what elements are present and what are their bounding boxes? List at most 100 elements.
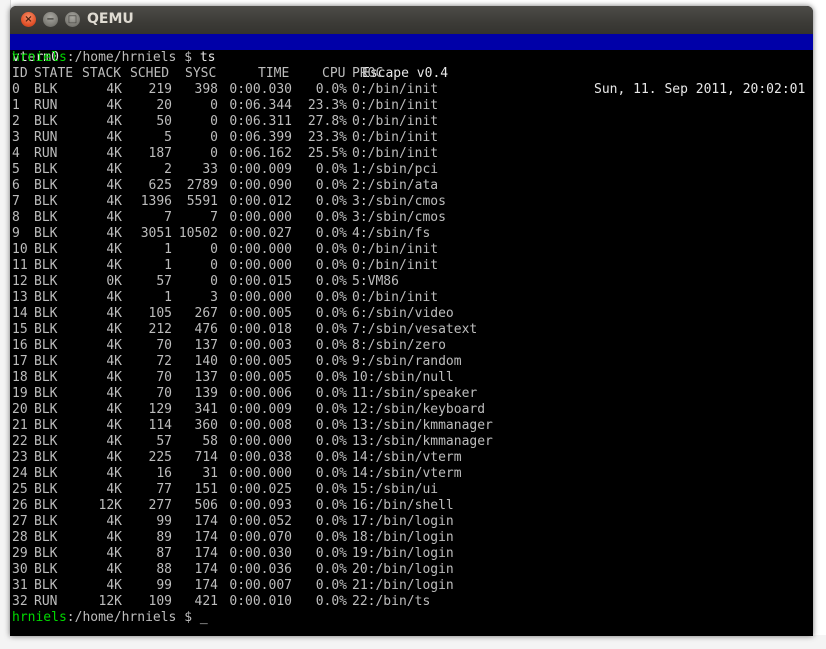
cell-cpu: 0.0%: [315, 290, 347, 305]
minimize-icon: −: [46, 14, 55, 25]
cell-time: 0:00.000: [229, 210, 292, 225]
cell-sysc: 267: [194, 306, 218, 321]
cell-stack: 4K: [106, 194, 122, 209]
table-row: 13 BLK 4K 1 3 0:00.000 0.0% 0:/bin/init: [10, 290, 813, 306]
maximize-window-button[interactable]: □: [65, 12, 80, 27]
cell-sysc: 421: [194, 594, 218, 609]
column-header-cpu: CPU: [322, 66, 346, 81]
cell-state: BLK: [34, 82, 58, 97]
cell-id: 19: [12, 386, 28, 401]
close-window-button[interactable]: ×: [21, 12, 36, 27]
cell-state: BLK: [34, 466, 58, 481]
cell-time: 0:00.027: [229, 226, 292, 241]
cell-id: 23: [12, 450, 28, 465]
prompt-user: hrniels: [12, 50, 67, 65]
table-row: 22 BLK 4K 57 58 0:00.000 0.0% 13:/sbin/kmmanage…: [10, 434, 813, 450]
cell-time: 0:00.000: [229, 290, 292, 305]
cell-sched: 114: [148, 418, 172, 433]
table-row: 12 BLK 0K 57 0 0:00.015 0.0% 5:VM86: [10, 274, 813, 290]
table-row: 23 BLK 4K 225 714 0:00.038 0.0% 14:/sbin/vterm: [10, 450, 813, 466]
cell-time: 0:00.025: [229, 482, 292, 497]
cell-id: 10: [12, 242, 28, 257]
cell-id: 20: [12, 402, 28, 417]
cell-sysc: 5591: [186, 194, 218, 209]
cell-id: 8: [12, 210, 20, 225]
cell-proc: 14:/sbin/vterm: [352, 450, 462, 465]
cell-state: BLK: [34, 530, 58, 545]
cell-sched: 129: [148, 402, 172, 417]
cell-time: 0:00.038: [229, 450, 292, 465]
cell-sysc: 151: [194, 482, 218, 497]
cell-cpu: 0.0%: [315, 578, 347, 593]
cell-sysc: 137: [194, 338, 218, 353]
cell-cpu: 0.0%: [315, 466, 347, 481]
cell-sysc: 0: [210, 274, 218, 289]
cell-cpu: 0.0%: [315, 82, 347, 97]
cell-sysc: 3: [210, 290, 218, 305]
cell-sched: 1: [164, 290, 172, 305]
cell-cpu: 27.8%: [307, 114, 347, 129]
cell-proc: 21:/bin/login: [352, 578, 454, 593]
table-row: 10 BLK 4K 1 0 0:00.000 0.0% 0:/bin/init: [10, 242, 813, 258]
window-titlebar[interactable]: × − □ QEMU: [10, 6, 813, 34]
cell-sysc: 31: [202, 466, 218, 481]
cell-state: BLK: [34, 162, 58, 177]
cell-sysc: 714: [194, 450, 218, 465]
minimize-window-button[interactable]: −: [43, 12, 58, 27]
cell-cpu: 0.0%: [315, 354, 347, 369]
cell-time: 0:06.399: [229, 130, 292, 145]
cell-id: 2: [12, 114, 20, 129]
cell-sched: 70: [156, 370, 172, 385]
cell-sched: 20: [156, 98, 172, 113]
table-row: 21 BLK 4K 114 360 0:00.008 0.0% 13:/sbin/kmmana…: [10, 418, 813, 434]
cell-sched: 219: [148, 82, 172, 97]
cell-cpu: 0.0%: [315, 546, 347, 561]
prompt-line-2[interactable]: hrniels:/home/hrniels $ _: [12, 610, 208, 626]
cell-sched: 105: [148, 306, 172, 321]
cell-stack: 4K: [106, 434, 122, 449]
cell-stack: 12K: [98, 498, 122, 513]
cell-sched: 57: [156, 274, 172, 289]
table-row: 27 BLK 4K 99 174 0:00.052 0.0% 17:/bin/login: [10, 514, 813, 530]
table-row: 6 BLK 4K 625 2789 0:00.090 0.0% 2:/sbin/ata: [10, 178, 813, 194]
terminal-screen[interactable]: vterm0 Escape v0.4 Sun, 11. Sep 2011, 20…: [10, 34, 813, 636]
cell-stack: 4K: [106, 386, 122, 401]
cell-sched: 89: [156, 530, 172, 545]
cell-state: BLK: [34, 402, 58, 417]
cell-sysc: 174: [194, 530, 218, 545]
cell-state: BLK: [34, 226, 58, 241]
cell-sysc: 174: [194, 562, 218, 577]
cell-id: 18: [12, 370, 28, 385]
cell-proc: 0:/bin/init: [352, 130, 439, 145]
cell-time: 0:00.070: [229, 530, 292, 545]
cell-state: BLK: [34, 322, 58, 337]
cell-id: 11: [12, 258, 28, 273]
cell-state: BLK: [34, 274, 58, 289]
cell-sched: 5: [164, 130, 172, 145]
cell-proc: 13:/sbin/kmmanager: [352, 418, 493, 433]
window-title: QEMU: [87, 11, 134, 27]
cell-id: 26: [12, 498, 28, 513]
cell-stack: 4K: [106, 306, 122, 321]
cell-state: BLK: [34, 514, 58, 529]
cell-time: 0:06.311: [229, 114, 292, 129]
cell-time: 0:00.003: [229, 338, 292, 353]
cell-proc: 3:/sbin/cmos: [352, 210, 446, 225]
table-header-row: ID STATE STACK SCHED SYSC TIME CPU PROC: [10, 66, 813, 82]
cell-state: BLK: [34, 114, 58, 129]
cell-cpu: 0.0%: [315, 594, 347, 609]
cell-sched: 77: [156, 482, 172, 497]
cell-stack: 4K: [106, 402, 122, 417]
cell-state: BLK: [34, 258, 58, 273]
cell-sysc: 0: [210, 146, 218, 161]
cell-time: 0:00.018: [229, 322, 292, 337]
cell-sched: 225: [148, 450, 172, 465]
cell-state: BLK: [34, 546, 58, 561]
cell-proc: 9:/sbin/random: [352, 354, 462, 369]
cell-cpu: 0.0%: [315, 434, 347, 449]
cell-sched: 70: [156, 386, 172, 401]
cell-stack: 4K: [106, 578, 122, 593]
qemu-window[interactable]: × − □ QEMU vterm0 Escape v0.4 Sun, 11. S…: [10, 6, 813, 636]
cell-cpu: 0.0%: [315, 322, 347, 337]
cell-sysc: 2789: [186, 178, 218, 193]
